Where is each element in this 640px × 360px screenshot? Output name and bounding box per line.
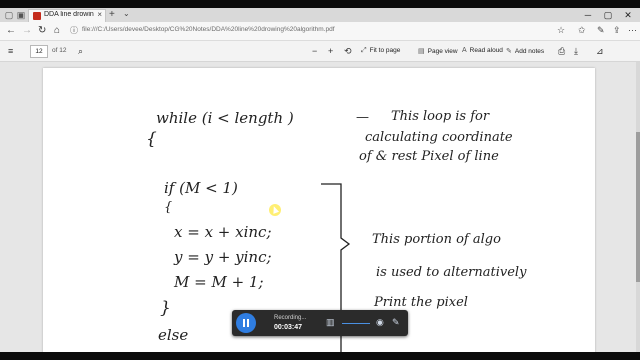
code-if-line: if (M < 1) (164, 179, 238, 197)
pdf-toolbar: ≡ 12 of 12 ⌕ − + ⟲ ⤢ Fit to page ▤ Page vi… (0, 41, 640, 62)
pen-tool-icon[interactable]: ✎ (392, 317, 400, 328)
close-window-icon[interactable]: ✕ (620, 8, 636, 22)
page-count: of 12 (52, 47, 67, 54)
add-notes-icon: ✎ (506, 48, 512, 55)
webcam-icon[interactable]: ◉ (376, 317, 384, 328)
favorites-star-icon[interactable]: ☆ (557, 25, 565, 36)
recording-status: Recording... (274, 315, 307, 321)
note1-line3: of & rest Pixel of line (359, 149, 499, 164)
maximize-icon[interactable]: ▢ (600, 8, 616, 22)
print-icon[interactable]: ⎙ (558, 46, 565, 56)
back-arrow-icon[interactable]: ← (6, 25, 16, 36)
code-y-line: y = y + yinc; (174, 248, 272, 266)
note2-line3: Print the pixel (374, 295, 468, 310)
file-info-icon[interactable]: ⓘ (70, 25, 78, 36)
url-field[interactable]: file:///C:/Users/devee/Desktop/CG%20Note… (82, 26, 522, 33)
pen-icon[interactable]: ✎ (597, 25, 605, 36)
forward-arrow-icon[interactable]: → (22, 25, 32, 36)
read-aloud-icon: A (462, 47, 467, 54)
minimize-icon[interactable]: ─ (580, 8, 596, 22)
code-inner-open-brace: { (164, 200, 173, 215)
note1-line2: calculating coordinate (365, 130, 513, 145)
read-aloud-label: Read aloud (469, 47, 503, 54)
note2-line2: is used to alternatively (376, 265, 527, 280)
annotation-dash: — (356, 110, 369, 125)
fit-icon: ⤢ (361, 47, 367, 54)
close-tab-icon[interactable]: × (97, 10, 102, 19)
page-view-button[interactable]: ▤ Page view (418, 47, 458, 55)
audio-level-icon: ▥ (326, 317, 335, 327)
tab-bar: ▢ ▣ DDA line drowing algor × + ⌄ ─ ▢ ✕ (0, 8, 640, 22)
page-view-icon: ▤ (418, 48, 425, 55)
edge-window: ▢ ▣ DDA line drowing algor × + ⌄ ─ ▢ ✕ ←… (0, 8, 640, 352)
document-viewer[interactable]: while (i < length ) { — This loop is for… (0, 62, 640, 352)
rotate-icon[interactable]: ⟲ (344, 46, 352, 56)
save-icon[interactable]: ⤓ (574, 46, 578, 56)
code-x-line: x = x + xinc; (174, 223, 272, 241)
pin-icon[interactable]: ⊿ (596, 46, 604, 56)
code-else-line: else (158, 326, 189, 344)
new-tab-button[interactable]: + (109, 9, 115, 20)
pause-icon[interactable] (236, 313, 256, 333)
recording-timer: 00:03:47 (274, 324, 303, 331)
audio-level-bar (342, 323, 370, 324)
read-aloud-button[interactable]: A Read aloud (462, 47, 503, 54)
address-bar: ← → ↻ ⌂ ⓘ file:///C:/Users/devee/Desktop… (0, 22, 640, 41)
add-notes-button[interactable]: ✎ Add notes (506, 47, 544, 55)
note1-line1: This loop is for (391, 109, 490, 124)
code-while-line: while (i < length ) (156, 109, 294, 127)
page-number-input[interactable]: 12 (30, 45, 48, 58)
tab-title: DDA line drowing algor (44, 11, 94, 18)
share-icon[interactable]: ⇪ (613, 25, 621, 36)
fit-to-page-button[interactable]: ⤢ Fit to page (361, 47, 400, 55)
page-view-label: Page view (427, 48, 458, 55)
home-icon[interactable]: ⌂ (54, 25, 60, 36)
refresh-icon[interactable]: ↻ (38, 25, 46, 36)
set-aside-tabs-icon[interactable]: ▣ (15, 9, 27, 21)
add-notes-label: Add notes (514, 48, 545, 55)
code-close-brace: } (160, 298, 171, 318)
search-icon[interactable]: ⌕ (78, 46, 83, 56)
tab-pdf[interactable]: DDA line drowing algor × (28, 9, 106, 22)
zoom-out-icon[interactable]: − (312, 46, 317, 56)
more-icon[interactable]: ⋯ (628, 25, 637, 36)
zoom-in-icon[interactable]: + (328, 46, 333, 56)
hub-icon[interactable]: ✩ (578, 25, 586, 36)
screen: ▢ ▣ DDA line drowing algor × + ⌄ ─ ▢ ✕ ←… (0, 0, 640, 360)
fit-to-page-label: Fit to page (369, 47, 401, 54)
pdf-file-icon (33, 12, 41, 20)
contents-list-icon[interactable]: ≡ (8, 46, 13, 56)
recording-widget: Recording... 00:03:47 ▥ ◉ ✎ (232, 310, 408, 336)
code-open-brace: { (146, 129, 157, 149)
scrollbar-thumb[interactable] (636, 132, 640, 282)
tab-actions-icon[interactable]: ▢ (3, 9, 15, 21)
tab-list-chevron-icon[interactable]: ⌄ (123, 9, 130, 18)
note2-line1: This portion of algo (372, 232, 501, 247)
code-m-line: M = M + 1; (174, 273, 264, 291)
